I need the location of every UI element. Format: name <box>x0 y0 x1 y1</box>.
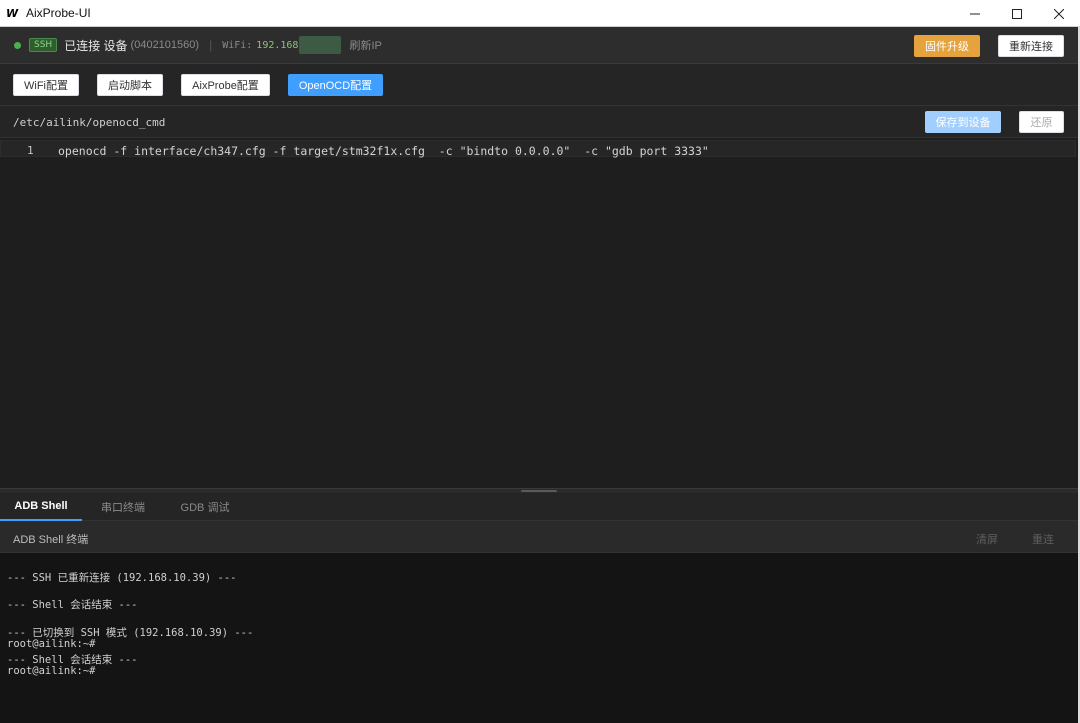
line-code[interactable]: openocd -f interface/ch347.cfg -f target… <box>58 144 709 158</box>
tab-aixprobe-config[interactable]: AixProbe配置 <box>181 74 270 96</box>
terminal-output[interactable]: --- SSH 已重新连接 (192.168.10.39) --- --- Sh… <box>0 553 1080 723</box>
ssh-badge: SSH <box>29 38 58 52</box>
terminal-title: ADB Shell 终端 <box>13 534 89 546</box>
save-to-device-button[interactable]: 保存到设备 <box>925 111 1001 133</box>
wifi-ip: 192.168 <box>256 39 299 51</box>
editor-line[interactable]: 1 openocd -f interface/ch347.cfg -f targ… <box>0 140 1076 158</box>
terminal-reconnect-button[interactable]: 重连 <box>1032 531 1054 547</box>
device-id: (0402101560) <box>130 39 200 51</box>
code-editor[interactable]: 1 openocd -f interface/ch347.cfg -f targ… <box>0 138 1080 488</box>
terminal-line: root@ailink:~# <box>7 665 96 677</box>
terminal-header: ADB Shell 终端 清屏 重连 <box>0 521 1080 553</box>
maximize-icon[interactable] <box>996 0 1038 27</box>
file-path-bar: /etc/ailink/openocd_cmd 保存到设备 还原 <box>0 106 1080 138</box>
clear-screen-button[interactable]: 清屏 <box>976 531 998 547</box>
status-separator: | <box>209 38 213 52</box>
file-path: /etc/ailink/openocd_cmd <box>13 116 166 129</box>
tab-wifi-config[interactable]: WiFi配置 <box>13 74 79 96</box>
terminal-line: --- SSH 已重新连接 (192.168.10.39) --- <box>7 572 237 584</box>
tab-startup-script[interactable]: 启动脚本 <box>97 74 163 96</box>
terminal-line: --- Shell 会话结束 --- <box>7 599 138 611</box>
tab-serial-terminal[interactable]: 串口终端 <box>82 493 164 521</box>
window-title: AixProbe-UI <box>26 6 91 20</box>
firmware-upgrade-button[interactable]: 固件升级 <box>914 35 980 57</box>
config-tab-bar: WiFi配置 启动脚本 AixProbe配置 OpenOCD配置 <box>0 64 1080 106</box>
wifi-label: WiFi: <box>222 39 253 51</box>
connection-status-text: 已连接 设备 <box>64 38 128 53</box>
tab-openocd-config[interactable]: OpenOCD配置 <box>288 74 383 96</box>
splitter-handle[interactable] <box>521 490 557 492</box>
close-icon[interactable] <box>1038 0 1080 27</box>
refresh-ip-link[interactable]: 刷新IP <box>349 37 381 53</box>
connection-status-dot-icon <box>14 41 21 49</box>
title-bar: W AixProbe-UI <box>0 0 1080 27</box>
minimize-icon[interactable] <box>954 0 996 27</box>
window-controls <box>954 0 1080 27</box>
app-logo-icon: W <box>6 6 19 20</box>
ip-redaction-mask <box>299 36 342 54</box>
reconnect-button[interactable]: 重新连接 <box>998 35 1064 57</box>
bottom-tab-bar: ADB Shell 串口终端 GDB 调试 <box>0 493 1080 521</box>
restore-button[interactable]: 还原 <box>1019 111 1064 133</box>
tab-gdb-debug[interactable]: GDB 调试 <box>164 493 246 521</box>
terminal-line: root@ailink:~# <box>7 638 96 650</box>
status-bar: SSH 已连接 设备 (0402101560) | WiFi: 192.168 … <box>0 27 1080 64</box>
tab-adb-shell[interactable]: ADB Shell <box>0 493 82 521</box>
line-number: 1 <box>27 144 34 157</box>
